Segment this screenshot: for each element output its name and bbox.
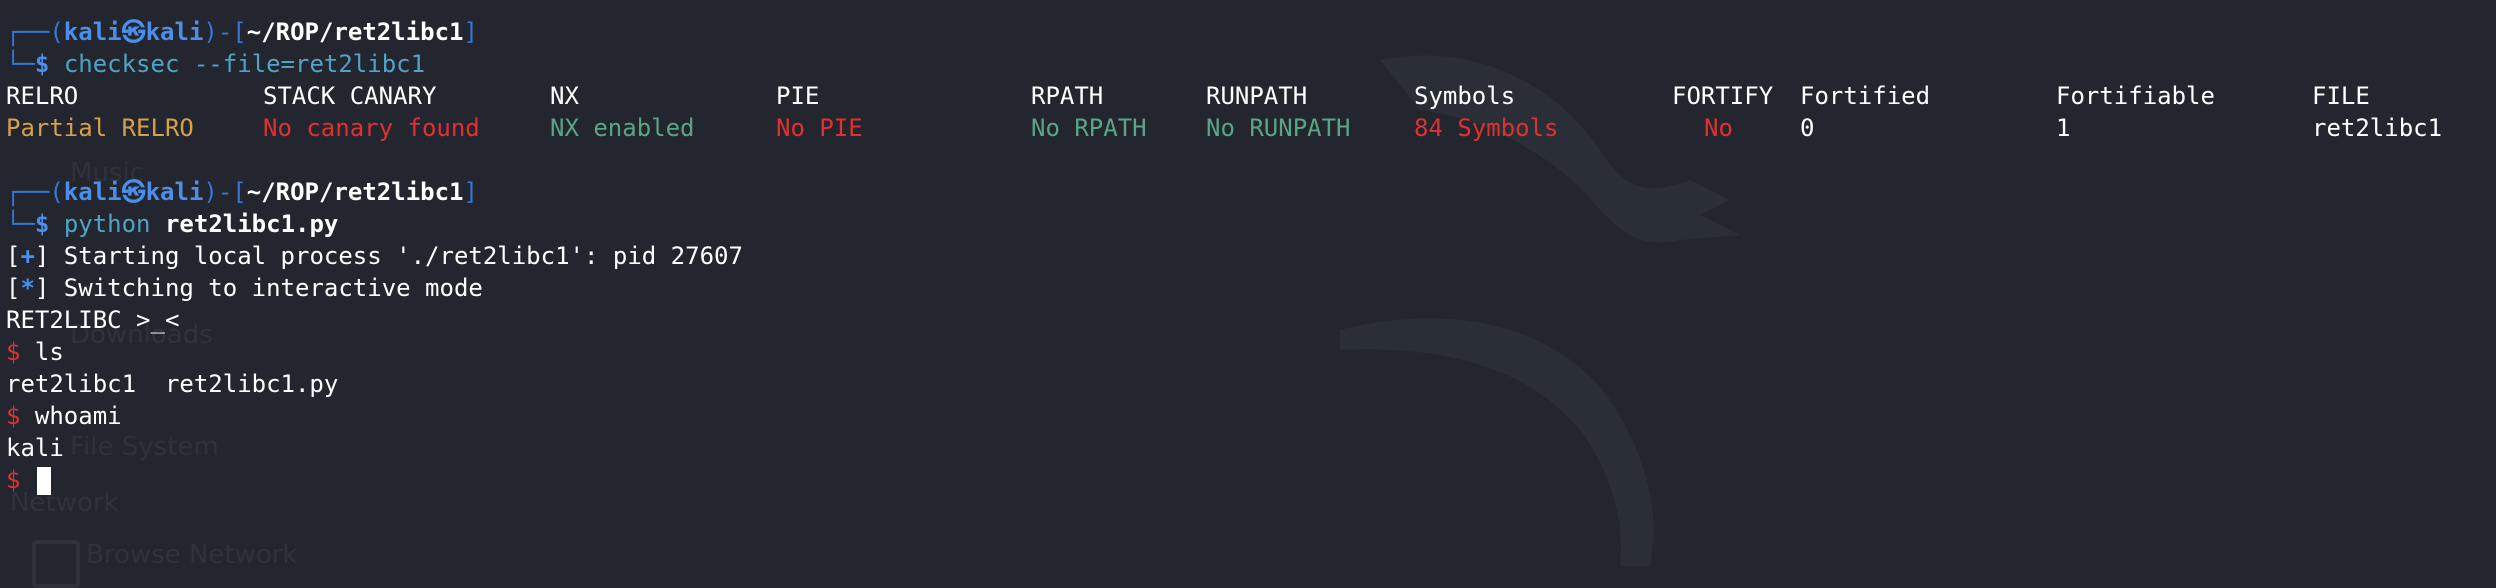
header-symbols: Symbols xyxy=(1414,82,1516,110)
bracket-close: ] xyxy=(34,274,50,302)
prompt-host: kali xyxy=(145,178,204,206)
value-fortifiable: 1 xyxy=(2056,114,2071,142)
value-runpath: No RUNPATH xyxy=(1206,114,1351,142)
header-rpath: RPATH xyxy=(1031,82,1104,110)
prompt-frame: ┌──( xyxy=(6,178,64,206)
ghost-checkbox xyxy=(32,540,80,588)
header-stack-canary: STACK CANARY xyxy=(263,82,437,110)
header-pie: PIE xyxy=(776,82,820,110)
prompt-line-2: ┌──(kali㉿kali)-[~/ROP/ret2libc1] xyxy=(6,176,2496,208)
value-rpath: No RPATH xyxy=(1031,114,1147,142)
command-python-arg: ret2libc1.py xyxy=(164,210,339,238)
prompt-path: ~/ROP/ret2libc1 xyxy=(246,18,464,46)
terminal[interactable]: ┌──(kali㉿kali)-[~/ROP/ret2libc1] └─$ che… xyxy=(6,16,2496,496)
value-relro: Partial RELRO xyxy=(6,114,194,142)
header-nx: NX xyxy=(550,82,579,110)
output-starting: [+] Starting local process './ret2libc1'… xyxy=(6,240,2496,272)
prompt-user: kali xyxy=(63,178,122,206)
header-fortified: Fortified xyxy=(1800,82,1931,110)
shell-dollar: $ xyxy=(6,402,21,430)
prompt-close: ] xyxy=(463,178,478,206)
bracket-open: [ xyxy=(6,274,21,302)
prompt-mid: )-[ xyxy=(203,178,247,206)
prompt-frame-bottom: └─ xyxy=(6,50,35,78)
value-stack-canary: No canary found xyxy=(263,114,480,142)
prompt-frame: ┌──( xyxy=(6,18,64,46)
prompt-host: kali xyxy=(145,18,204,46)
shell-whoami-line: $ whoami xyxy=(6,400,2496,432)
checksec-values-row: Partial RELRO No canary found NX enabled… xyxy=(6,112,2496,144)
ls-output: ret2libc1 ret2libc1.py xyxy=(6,370,339,398)
whoami-output: kali xyxy=(6,434,64,462)
prompt-mid: )-[ xyxy=(203,18,247,46)
header-relro: RELRO xyxy=(6,82,79,110)
output-banner: RET2LIBC >_< xyxy=(6,306,180,334)
prompt-dollar: $ xyxy=(34,50,50,78)
header-fortify: FORTIFY xyxy=(1672,82,1774,110)
prompt-close: ] xyxy=(463,18,478,46)
value-symbols: 84 Symbols xyxy=(1414,114,1559,142)
prompt-dollar: $ xyxy=(34,210,50,238)
prompt-at-icon: ㉿ xyxy=(121,178,146,206)
star-marker: * xyxy=(20,274,35,302)
shell-ls-cmd: ls xyxy=(20,338,64,366)
prompt-frame-bottom: └─ xyxy=(6,210,35,238)
output-switching: [*] Switching to interactive mode xyxy=(6,272,2496,304)
shell-dollar: $ xyxy=(6,466,21,494)
value-fortify: No xyxy=(1704,114,1733,142)
value-pie: No PIE xyxy=(776,114,863,142)
bracket-open: [ xyxy=(6,242,21,270)
text-cursor[interactable] xyxy=(36,467,51,495)
value-file: ret2libc1 xyxy=(2312,114,2443,142)
header-file: FILE xyxy=(2312,82,2370,110)
prompt-line: ┌──(kali㉿kali)-[~/ROP/ret2libc1] xyxy=(6,16,2496,48)
command-line-2: └─$ python ret2libc1.py xyxy=(6,208,2496,240)
value-fortified: 0 xyxy=(1800,114,1815,142)
checksec-header-row: RELRO STACK CANARY NX PIE RPATH RUNPATH … xyxy=(6,80,2496,112)
value-nx: NX enabled xyxy=(550,114,695,142)
bracket-close: ] xyxy=(34,242,50,270)
shell-ls-line: $ ls xyxy=(6,336,2496,368)
command-checksec: checksec --file=ret2libc1 xyxy=(63,50,426,78)
shell-whoami-cmd: whoami xyxy=(20,402,122,430)
prompt-user: kali xyxy=(63,18,122,46)
command-python: python xyxy=(63,210,151,238)
shell-input-line[interactable]: $ xyxy=(6,464,2496,496)
plus-marker: + xyxy=(20,242,35,270)
prompt-at-icon: ㉿ xyxy=(121,18,146,46)
switching-text: Switching to interactive mode xyxy=(49,274,483,302)
header-fortifiable: Fortifiable xyxy=(2056,82,2215,110)
starting-text: Starting local process './ret2libc1': pi… xyxy=(49,242,743,270)
command-line: └─$ checksec --file=ret2libc1 xyxy=(6,48,2496,80)
header-runpath: RUNPATH xyxy=(1206,82,1308,110)
prompt-path: ~/ROP/ret2libc1 xyxy=(246,178,464,206)
shell-dollar: $ xyxy=(6,338,21,366)
